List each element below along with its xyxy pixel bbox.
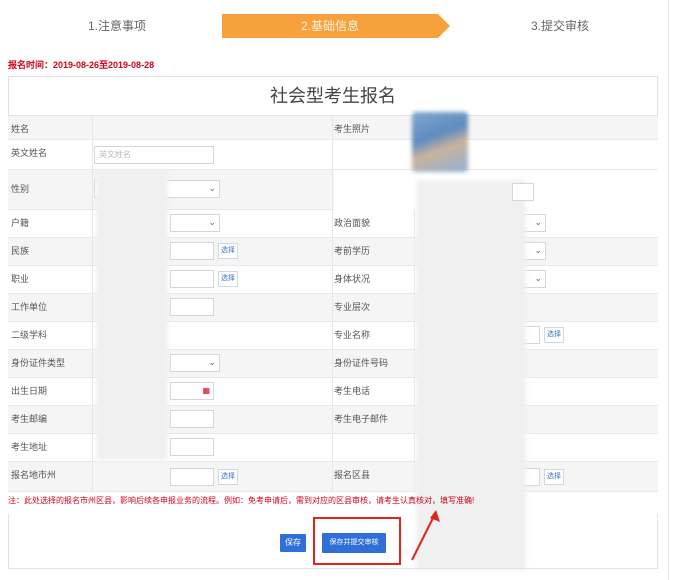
annotation-arrow-icon [411, 510, 440, 561]
